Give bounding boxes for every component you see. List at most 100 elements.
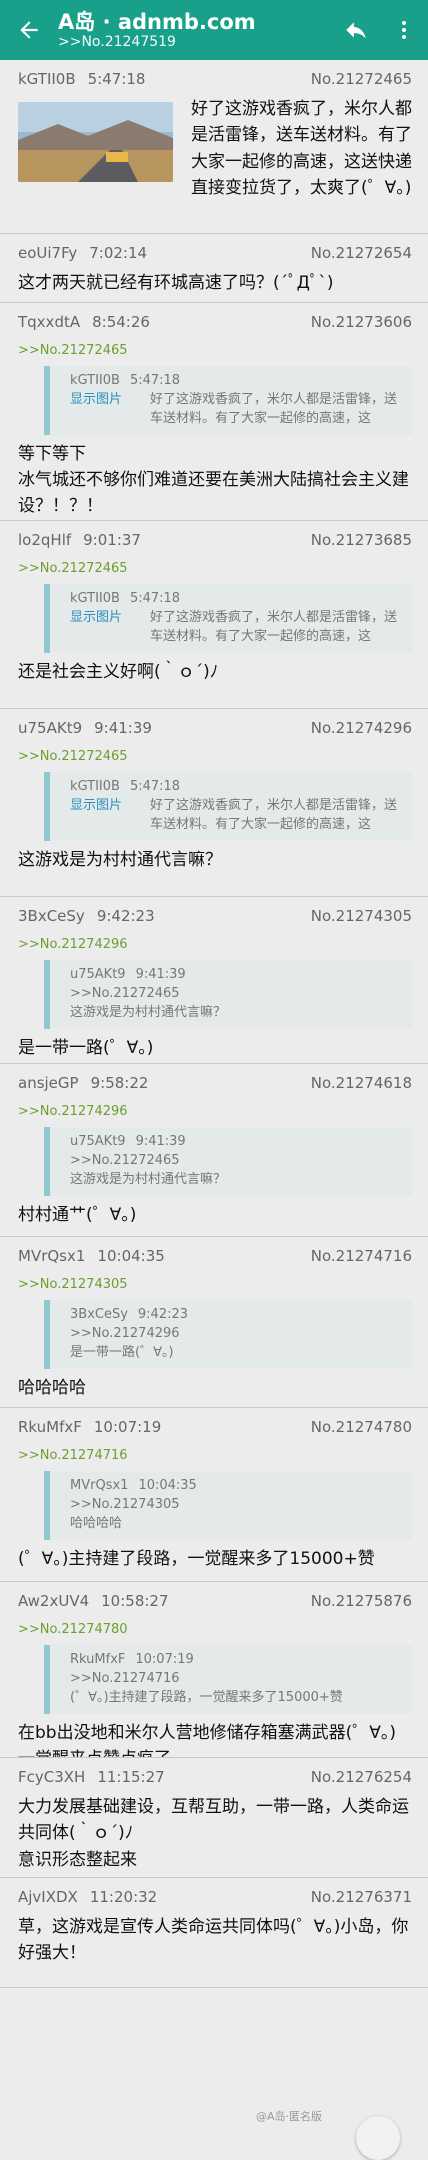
quote-time: 5:47:18	[129, 373, 181, 388]
post-time: 5:47:18	[87, 70, 146, 88]
post-time: 8:54:26	[92, 313, 150, 331]
post-content: 草，这游戏是宣传人类命运共同体吗(゜∀。)小岛，你好强大！	[18, 1914, 412, 1967]
post-user-id[interactable]: u75AKt9	[18, 719, 82, 737]
post-number[interactable]: No.21273606	[311, 313, 412, 331]
post-text: 村村通艹(゜∀。)	[18, 1204, 137, 1225]
post-number[interactable]: No.21274716	[311, 1247, 412, 1265]
quote-text: 好了这游戏香疯了，米尔人都是活雷锋，送车送材料。有了大家一起修的高速，这	[150, 609, 398, 644]
post-user-id[interactable]: AjvIXDX	[18, 1888, 78, 1906]
post-number[interactable]: No.21276371	[311, 1888, 412, 1906]
post-number[interactable]: No.21273685	[311, 531, 412, 549]
post-user-id[interactable]: ansjeGP	[18, 1074, 79, 1092]
quote-block[interactable]: u75AKt9 9:41:39 >>No.21272465 这游戏是为村村通代言嘛？	[44, 960, 412, 1029]
quote-block[interactable]: 3BxCeSy 9:42:23 >>No.21274296 是一带一路(゜∀。)	[44, 1300, 412, 1369]
post-user-id[interactable]: Aw2xUV4	[18, 1592, 89, 1610]
more-options-button[interactable]	[380, 0, 428, 60]
quote-meta: RkuMfxF 10:07:19	[70, 1651, 402, 1670]
show-image-link[interactable]: 显示图片	[70, 391, 150, 429]
quote-time: 9:41:39	[135, 1134, 186, 1149]
post-number[interactable]: No.21275876	[311, 1592, 412, 1610]
post-user-id[interactable]: RkuMfxF	[18, 1418, 82, 1436]
post-content: 等下等下 冰气城还不够你们难道还要在美洲大陆搞社会主义建设？！？！	[18, 441, 412, 520]
show-image-link[interactable]: 显示图片	[70, 797, 150, 835]
quote-time: 10:07:19	[135, 1652, 194, 1667]
post-user-id[interactable]: 3BxCeSy	[18, 907, 85, 925]
reply-post[interactable]: FcyC3XH 11:15:27 No.21276254 大力发展基础建设，互帮互助，…	[0, 1758, 428, 1878]
quote-meta: u75AKt9 9:41:39	[70, 966, 402, 985]
quote-user-id: kGTII0B	[70, 779, 120, 794]
quote-text: 好了这游戏香疯了，米尔人都是活雷锋，送车送材料。有了大家一起修的高速，这	[150, 797, 398, 832]
post-content: 这游戏是为村村通代言嘛？	[18, 847, 412, 873]
app-bar: A岛 · adnmb.com >>No.21247519	[0, 0, 428, 60]
reply-post[interactable]: eoUi7Fy 7:02:14 No.21272654 这才两天就已经有环城高速了吗？…	[0, 234, 428, 303]
reply-post[interactable]: AjvIXDX 11:20:32 No.21276371 草，这游戏是宣传人类命运共同…	[0, 1878, 428, 1988]
post-user-id[interactable]: kGTII0B	[18, 70, 76, 88]
reference-link[interactable]: >>No.21274716	[18, 1448, 412, 1463]
reference-link[interactable]: >>No.21272465	[18, 561, 412, 576]
quote-block[interactable]: kGTII0B 5:47:18 显示图片 好了这游戏香疯了，米尔人都是活雷锋，送车送材…	[44, 584, 412, 653]
post-image[interactable]	[18, 102, 173, 182]
post-number[interactable]: No.21274618	[311, 1074, 412, 1092]
post-number[interactable]: No.21272465	[311, 70, 412, 88]
back-button[interactable]	[0, 0, 58, 60]
post-meta: TqxxdtA 8:54:26 No.21273606	[18, 311, 412, 333]
post-user-id[interactable]: FcyC3XH	[18, 1768, 85, 1786]
reference-link[interactable]: >>No.21272465	[18, 749, 412, 764]
reply-list: kGTII0B 5:47:18 No.21272465 好了这游戏香疯了，米尔人都是活…	[0, 60, 428, 1988]
post-meta: lo2qHlf 9:01:37 No.21273685	[18, 529, 412, 551]
reply-post[interactable]: u75AKt9 9:41:39 No.21274296 >>No.21272465 kG…	[0, 709, 428, 897]
reply-button[interactable]	[332, 0, 380, 60]
quote-time: 5:47:18	[129, 591, 181, 606]
quote-text: 好了这游戏香疯了，米尔人都是活雷锋，送车送材料。有了大家一起修的高速，这	[150, 391, 398, 426]
quote-block[interactable]: kGTII0B 5:47:18 显示图片 好了这游戏香疯了，米尔人都是活雷锋，送车送材…	[44, 366, 412, 435]
post-content: 还是社会主义好啊(｀ｏ´)ﾉ	[18, 659, 412, 685]
quote-block[interactable]: kGTII0B 5:47:18 显示图片 好了这游戏香疯了，米尔人都是活雷锋，送车送材…	[44, 772, 412, 841]
reply-post[interactable]: Aw2xUV4 10:58:27 No.21275876 >>No.21274780 R…	[0, 1582, 428, 1758]
post-content: 大力发展基础建设，互帮互助，一带一路，人类命运共同体(｀ｏ´)ﾉ 意识形态整起来	[18, 1794, 412, 1873]
reference-link[interactable]: >>No.21274296	[18, 1104, 412, 1119]
post-text: 等下等下 冰气城还不够你们难道还要在美洲大陆搞社会主义建设？！？！	[18, 443, 409, 517]
post-user-id[interactable]: eoUi7Fy	[18, 244, 77, 262]
quote-block[interactable]: MVrQsx1 10:04:35 >>No.21274305 哈哈哈哈	[44, 1471, 412, 1540]
post-number[interactable]: No.21274296	[311, 719, 412, 737]
reply-post[interactable]: MVrQsx1 10:04:35 No.21274716 >>No.21274305 3…	[0, 1237, 428, 1408]
post-meta: MVrQsx1 10:04:35 No.21274716	[18, 1245, 412, 1267]
post-user-id[interactable]: lo2qHlf	[18, 531, 71, 549]
post-user-id[interactable]: MVrQsx1	[18, 1247, 85, 1265]
show-image-link[interactable]: 显示图片	[70, 609, 150, 647]
reference-link[interactable]: >>No.21274296	[18, 937, 412, 952]
reference-link[interactable]: >>No.21272465	[18, 343, 412, 358]
scroll-top-button[interactable]	[356, 2116, 400, 2160]
reply-post[interactable]: RkuMfxF 10:07:19 No.21274780 >>No.21274716 M…	[0, 1408, 428, 1582]
reply-post[interactable]: 3BxCeSy 9:42:23 No.21274305 >>No.21274296 u7…	[0, 897, 428, 1064]
post-number[interactable]: No.21274780	[311, 1418, 412, 1436]
quote-block[interactable]: RkuMfxF 10:07:19 >>No.21274716 (゜∀。)主持建了段路…	[44, 1645, 412, 1714]
post-number[interactable]: No.21272654	[311, 244, 412, 262]
post-text: 这游戏是为村村通代言嘛？	[18, 849, 222, 870]
post-time: 10:04:35	[97, 1247, 165, 1265]
post-text: 草，这游戏是宣传人类命运共同体吗(゜∀。)小岛，你好强大！	[18, 1917, 409, 1964]
quote-meta: MVrQsx1 10:04:35	[70, 1477, 402, 1496]
post-time: 9:01:37	[83, 531, 141, 549]
page-title: A岛 · adnmb.com	[58, 9, 256, 34]
post-text: 这才两天就已经有环城高速了吗？(´ﾟДﾟ`)	[18, 273, 334, 293]
post-time: 11:15:27	[97, 1768, 165, 1786]
reference-link[interactable]: >>No.21274780	[18, 1622, 412, 1637]
post-number[interactable]: No.21276254	[311, 1768, 412, 1786]
post-meta: eoUi7Fy 7:02:14 No.21272654	[18, 242, 412, 264]
reply-post[interactable]: lo2qHlf 9:01:37 No.21273685 >>No.21272465 kG…	[0, 521, 428, 709]
post-number[interactable]: No.21274305	[311, 907, 412, 925]
post-meta: ansjeGP 9:58:22 No.21274618	[18, 1072, 412, 1094]
quote-block[interactable]: u75AKt9 9:41:39 >>No.21272465 这游戏是为村村通代言嘛？	[44, 1127, 412, 1196]
post-meta: kGTII0B 5:47:18 No.21272465	[18, 68, 412, 90]
reply-post[interactable]: ansjeGP 9:58:22 No.21274618 >>No.21274296 u7…	[0, 1064, 428, 1237]
post-time: 10:07:19	[93, 1418, 162, 1436]
reply-post[interactable]: TqxxdtA 8:54:26 No.21273606 >>No.21272465 kG…	[0, 303, 428, 521]
watermark: @A岛·匿名版	[256, 2110, 323, 2123]
quote-text: >>No.21272465 这游戏是为村村通代言嘛？	[70, 985, 227, 1020]
reference-link[interactable]: >>No.21274305	[18, 1277, 412, 1292]
post-user-id[interactable]: TqxxdtA	[18, 313, 80, 331]
more-vert-icon	[402, 21, 406, 39]
post-meta: FcyC3XH 11:15:27 No.21276254	[18, 1766, 412, 1788]
reply-post[interactable]: kGTII0B 5:47:18 No.21272465 好了这游戏香疯了，米尔人都是活…	[0, 60, 428, 234]
